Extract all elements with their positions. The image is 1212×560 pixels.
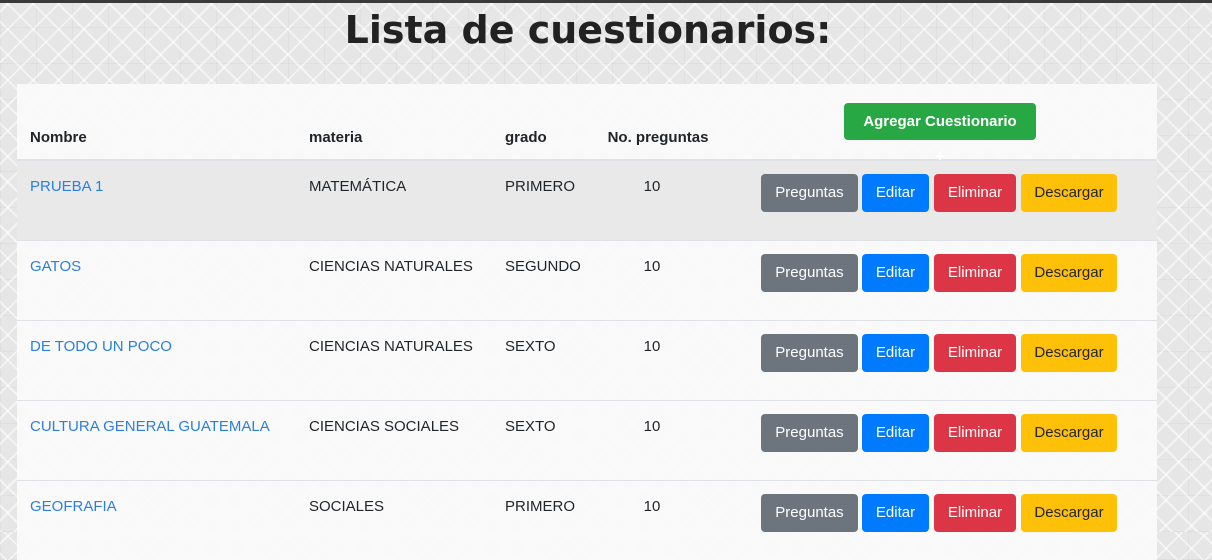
quiz-table: Nombre materia grado No. preguntas Agreg… — [17, 84, 1157, 560]
quiz-name-link[interactable]: GEOFRAFIA — [30, 498, 117, 515]
descargar-button[interactable]: Descargar — [1021, 174, 1117, 212]
quiz-table-panel: Nombre materia grado No. preguntas Agreg… — [17, 84, 1157, 560]
table-row: GATOS CIENCIAS NATURALES SEGUNDO 10 Preg… — [17, 241, 1157, 321]
editar-button[interactable]: Editar — [862, 174, 929, 212]
table-row: CULTURA GENERAL GUATEMALA CIENCIAS SOCIA… — [17, 401, 1157, 481]
header-materia: materia — [309, 84, 505, 160]
quiz-question-count: 10 — [593, 481, 723, 560]
preguntas-button[interactable]: Preguntas — [761, 174, 858, 212]
editar-button[interactable]: Editar — [862, 254, 929, 292]
header-preguntas: No. preguntas — [593, 84, 723, 160]
eliminar-button[interactable]: Eliminar — [934, 174, 1016, 212]
quiz-materia: CIENCIAS NATURALES — [309, 321, 505, 401]
eliminar-button[interactable]: Eliminar — [934, 334, 1016, 372]
quiz-question-count: 10 — [593, 321, 723, 401]
table-body: PRUEBA 1 MATEMÁTICA PRIMERO 10 Preguntas… — [17, 160, 1157, 560]
quiz-materia: MATEMÁTICA — [309, 160, 505, 241]
quiz-materia: SOCIALES — [309, 481, 505, 560]
quiz-grado: SEGUNDO — [505, 241, 593, 321]
page-title: Lista de cuestionarios: — [0, 4, 1176, 56]
quiz-materia: CIENCIAS NATURALES — [309, 241, 505, 321]
quiz-name-link[interactable]: DE TODO UN POCO — [30, 338, 172, 355]
eliminar-button[interactable]: Eliminar — [934, 494, 1016, 532]
header-nombre: Nombre — [17, 84, 309, 160]
quiz-question-count: 10 — [593, 241, 723, 321]
quiz-name-link[interactable]: CULTURA GENERAL GUATEMALA — [30, 418, 270, 435]
descargar-button[interactable]: Descargar — [1021, 334, 1117, 372]
table-row: PRUEBA 1 MATEMÁTICA PRIMERO 10 Preguntas… — [17, 160, 1157, 241]
table-row: DE TODO UN POCO CIENCIAS NATURALES SEXTO… — [17, 321, 1157, 401]
quiz-grado: PRIMERO — [505, 481, 593, 560]
quiz-grado: SEXTO — [505, 401, 593, 481]
header-grado: grado — [505, 84, 593, 160]
preguntas-button[interactable]: Preguntas — [761, 414, 858, 452]
editar-button[interactable]: Editar — [862, 334, 929, 372]
quiz-question-count: 10 — [593, 401, 723, 481]
preguntas-button[interactable]: Preguntas — [761, 254, 858, 292]
editar-button[interactable]: Editar — [862, 494, 929, 532]
quiz-question-count: 10 — [593, 160, 723, 241]
add-quiz-button[interactable]: Agregar Cuestionario + — [844, 103, 1036, 140]
editar-button[interactable]: Editar — [862, 414, 929, 452]
preguntas-button[interactable]: Preguntas — [761, 494, 858, 532]
quiz-grado: SEXTO — [505, 321, 593, 401]
descargar-button[interactable]: Descargar — [1021, 494, 1117, 532]
preguntas-button[interactable]: Preguntas — [761, 334, 858, 372]
quiz-grado: PRIMERO — [505, 160, 593, 241]
eliminar-button[interactable]: Eliminar — [934, 254, 1016, 292]
table-header-row: Nombre materia grado No. preguntas Agreg… — [17, 84, 1157, 160]
header-actions: Agregar Cuestionario + — [723, 84, 1157, 160]
descargar-button[interactable]: Descargar — [1021, 414, 1117, 452]
top-bar — [0, 0, 1212, 3]
quiz-materia: CIENCIAS SOCIALES — [309, 401, 505, 481]
quiz-name-link[interactable]: GATOS — [30, 258, 81, 275]
quiz-name-link[interactable]: PRUEBA 1 — [30, 178, 103, 195]
eliminar-button[interactable]: Eliminar — [934, 414, 1016, 452]
table-row: GEOFRAFIA SOCIALES PRIMERO 10 PreguntasE… — [17, 481, 1157, 560]
descargar-button[interactable]: Descargar — [1021, 254, 1117, 292]
